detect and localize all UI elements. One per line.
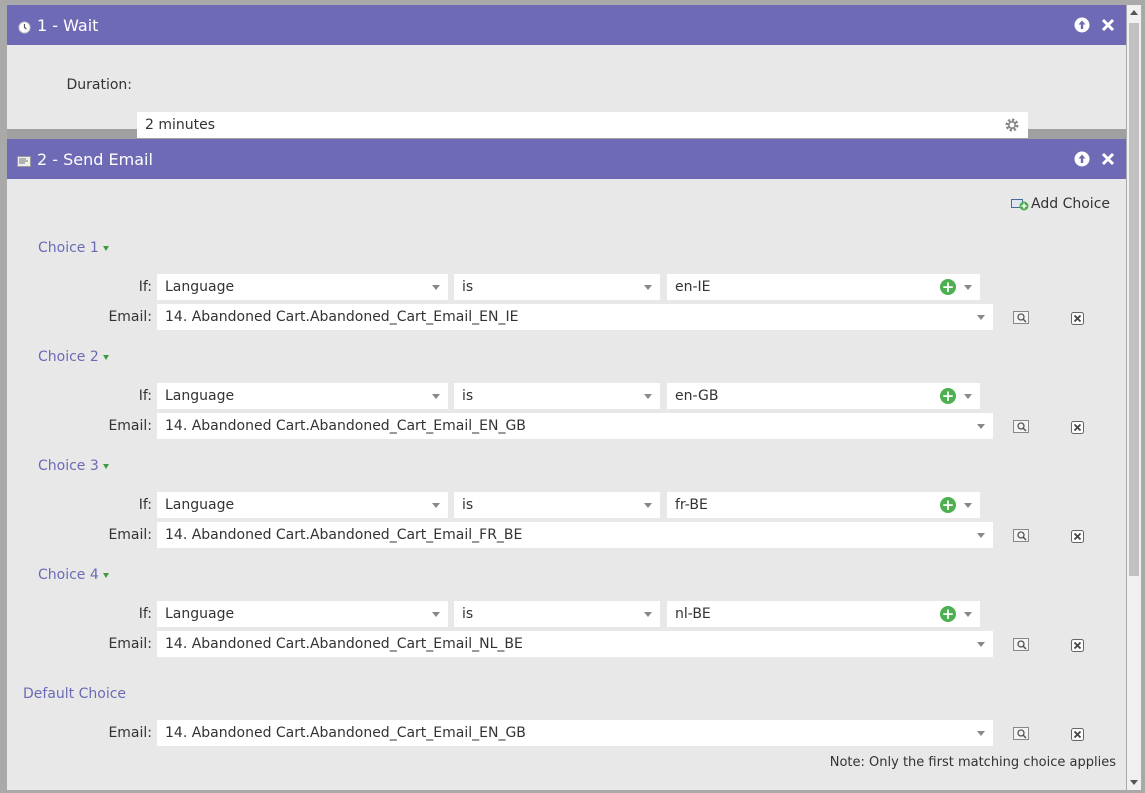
clock-icon — [17, 20, 31, 34]
close-icon — [1101, 152, 1115, 166]
attribute-select[interactable]: Language — [157, 492, 448, 518]
choice-title[interactable]: Choice 3 — [38, 458, 109, 474]
add-choice-icon — [1011, 197, 1029, 211]
wait-step-body: Duration: 2 minutes — [7, 45, 1126, 138]
choice-title[interactable]: Choice 2 — [38, 349, 109, 365]
default-choice-title: Default Choice — [23, 686, 127, 702]
send-email-step-header: 2 - Send Email — [7, 139, 1126, 179]
vertical-scrollbar[interactable] — [1127, 5, 1141, 790]
preview-icon[interactable] — [1013, 726, 1029, 740]
move-up-button[interactable] — [1074, 17, 1090, 33]
flow-panel: 1 - Wait Duration: 2 minutes 2 - Send Em… — [7, 5, 1126, 790]
chevron-down-icon — [644, 502, 652, 508]
wait-step-card: 1 - Wait Duration: 2 minutes — [7, 5, 1126, 138]
chevron-down-icon — [964, 611, 972, 617]
operator-select[interactable]: is — [454, 383, 660, 409]
email-select[interactable]: 14. Abandoned Cart.Abandoned_Cart_Email_… — [157, 522, 993, 548]
operator-select[interactable]: is — [454, 492, 660, 518]
email-label: Email: — [108, 309, 152, 325]
email-select[interactable]: 14. Abandoned Cart.Abandoned_Cart_Email_… — [157, 304, 993, 330]
choice-title[interactable]: Choice 4 — [38, 567, 109, 583]
chevron-down-icon — [977, 532, 985, 538]
send-email-step-title: 2 - Send Email — [37, 149, 153, 169]
email-label: Email: — [108, 418, 152, 434]
plus-icon[interactable]: + — [940, 388, 956, 404]
preview-icon[interactable] — [1013, 637, 1029, 651]
gear-icon[interactable] — [1004, 117, 1020, 133]
attribute-select[interactable]: Language — [157, 383, 448, 409]
email-label: Email: — [108, 636, 152, 652]
email-label: Email: — [108, 725, 152, 741]
duration-field[interactable]: 2 minutes — [137, 112, 1028, 138]
preview-icon[interactable] — [1013, 419, 1029, 433]
delete-icon[interactable] — [1069, 727, 1085, 741]
value-select[interactable]: nl-BE + — [667, 601, 980, 627]
chevron-down-icon — [977, 641, 985, 647]
chevron-down-icon — [432, 284, 440, 290]
collapse-icon[interactable] — [102, 572, 109, 578]
email-select[interactable]: 14. Abandoned Cart.Abandoned_Cart_Email_… — [157, 631, 993, 657]
operator-select[interactable]: is — [454, 601, 660, 627]
preview-icon[interactable] — [1013, 528, 1029, 542]
preview-icon[interactable] — [1013, 310, 1029, 324]
default-email-select[interactable]: 14. Abandoned Cart.Abandoned_Cart_Email_… — [157, 720, 993, 746]
add-choice-button[interactable]: Add Choice — [1011, 196, 1110, 212]
plus-icon[interactable]: + — [940, 606, 956, 622]
close-step-button[interactable] — [1100, 17, 1116, 33]
add-choice-label: Add Choice — [1031, 196, 1110, 212]
delete-icon[interactable] — [1069, 311, 1085, 325]
chevron-down-icon — [644, 284, 652, 290]
email-select[interactable]: 14. Abandoned Cart.Abandoned_Cart_Email_… — [157, 413, 993, 439]
close-icon — [1101, 18, 1115, 32]
chevron-down-icon — [964, 393, 972, 399]
collapse-icon[interactable] — [102, 245, 109, 251]
operator-select[interactable]: is — [454, 274, 660, 300]
chevron-down-icon — [977, 314, 985, 320]
scroll-thumb[interactable] — [1129, 23, 1139, 576]
send-email-step-card: 2 - Send Email Add Choice Choice 1 If: L… — [7, 139, 1126, 790]
duration-label: Duration: — [66, 77, 132, 93]
delete-icon[interactable] — [1069, 638, 1085, 652]
email-label: Email: — [108, 527, 152, 543]
attribute-select[interactable]: Language — [157, 274, 448, 300]
delete-icon[interactable] — [1069, 420, 1085, 434]
close-step-button[interactable] — [1100, 151, 1116, 167]
if-label: If: — [138, 388, 152, 404]
wait-step-title: 1 - Wait — [37, 15, 99, 35]
collapse-icon[interactable] — [102, 354, 109, 360]
choice-title[interactable]: Choice 1 — [38, 240, 109, 256]
email-icon — [17, 154, 31, 168]
scroll-down-icon[interactable] — [1130, 780, 1138, 785]
chevron-down-icon — [432, 502, 440, 508]
delete-icon[interactable] — [1069, 529, 1085, 543]
value-select[interactable]: en-IE + — [667, 274, 980, 300]
value-select[interactable]: en-GB + — [667, 383, 980, 409]
plus-icon[interactable]: + — [940, 279, 956, 295]
scroll-up-icon[interactable] — [1130, 10, 1138, 15]
value-select[interactable]: fr-BE + — [667, 492, 980, 518]
if-label: If: — [138, 606, 152, 622]
duration-value: 2 minutes — [145, 117, 216, 133]
chevron-down-icon — [977, 730, 985, 736]
attribute-select[interactable]: Language — [157, 601, 448, 627]
chevron-down-icon — [432, 611, 440, 617]
move-up-button[interactable] — [1074, 151, 1090, 167]
chevron-down-icon — [964, 284, 972, 290]
arrow-up-icon — [1074, 151, 1090, 167]
first-match-note: Note: Only the first matching choice app… — [829, 755, 1116, 770]
chevron-down-icon — [964, 502, 972, 508]
if-label: If: — [138, 497, 152, 513]
arrow-up-icon — [1074, 17, 1090, 33]
plus-icon[interactable]: + — [940, 497, 956, 513]
collapse-icon[interactable] — [102, 463, 109, 469]
chevron-down-icon — [644, 611, 652, 617]
chevron-down-icon — [644, 393, 652, 399]
if-label: If: — [138, 279, 152, 295]
chevron-down-icon — [432, 393, 440, 399]
chevron-down-icon — [977, 423, 985, 429]
wait-step-header: 1 - Wait — [7, 5, 1126, 45]
